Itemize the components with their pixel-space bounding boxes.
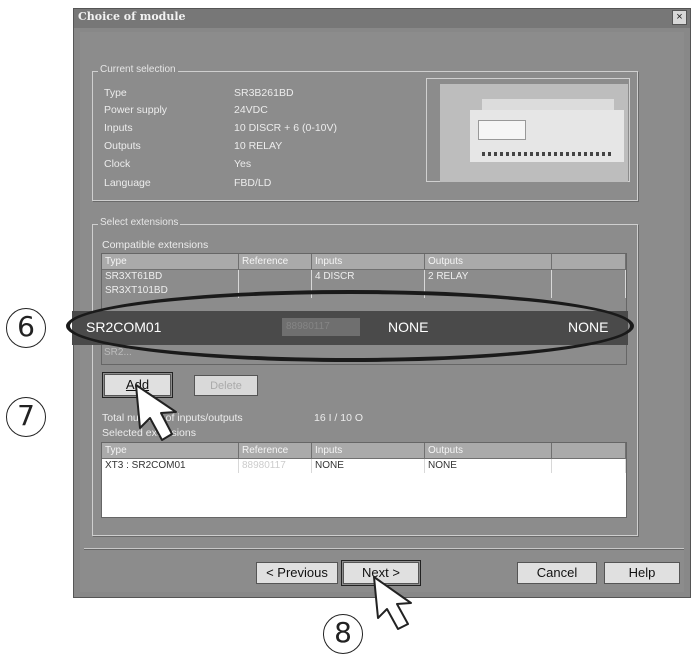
delete-button[interactable]: Delete [194,375,258,396]
column-outputs[interactable]: Outputs [424,443,552,459]
column-reference[interactable]: Reference [238,443,312,459]
outputs-value: 10 RELAY [234,140,283,152]
previous-button[interactable]: < Previous [256,562,338,584]
total-io-value: 16 I / 10 O [314,412,364,424]
column-filler [551,254,626,270]
help-button-label: Help [628,565,656,580]
outputs-label: Outputs [104,140,141,152]
row-reference [238,269,312,284]
row-outputs: 2 RELAY [424,269,552,284]
type-value: SR3B261BD [234,87,294,99]
table-row[interactable]: SR3XT61BD 4 DISCR 2 RELAY [102,269,626,284]
callout-step-6: 6 [6,308,46,348]
delete-button-label: Delete [210,380,242,392]
row-outputs: NONE [424,458,552,473]
row-reference: 88980117 [238,458,312,473]
power-supply-label: Power supply [104,104,168,116]
column-inputs[interactable]: Inputs [311,443,425,459]
row-inputs: NONE [311,458,425,473]
column-reference[interactable]: Reference [238,254,312,270]
row-type: XT3 : SR2COM01 [102,458,239,473]
row-inputs: 4 DISCR [311,269,425,284]
cancel-button[interactable]: Cancel [517,562,597,584]
close-button[interactable]: × [672,10,687,25]
selected-extensions-table: Type Reference Inputs Outputs XT3 : SR2C… [102,443,626,473]
select-extensions-legend: Select extensions [98,217,181,228]
clock-value: Yes [234,158,252,170]
row-type: SR3XT61BD [102,269,239,284]
module-terminals [482,152,614,156]
compatible-extensions-label: Compatible extensions [102,239,209,251]
module-display [478,120,526,140]
inputs-value: 10 DISCR + 6 (0-10V) [234,122,338,134]
cursor-arrow-icon [373,576,412,630]
column-type[interactable]: Type [102,443,239,459]
language-label: Language [104,177,151,189]
column-filler [551,443,626,459]
callout-step-7: 7 [6,397,46,437]
column-type[interactable]: Type [102,254,239,270]
partial-row: SR2... [104,347,132,358]
column-outputs[interactable]: Outputs [424,254,552,270]
callout-step-8: 8 [323,614,363,654]
current-selection-legend: Current selection [98,64,178,75]
help-button[interactable]: Help [604,562,680,584]
language-value: FBD/LD [234,177,272,189]
power-supply-value: 24VDC [234,104,268,116]
table-row[interactable]: XT3 : SR2COM01 88980117 NONE NONE [102,458,626,473]
type-label: Type [104,87,127,99]
highlight-ellipse [66,290,634,362]
cancel-button-label: Cancel [536,565,578,580]
table-header-row: Type Reference Inputs Outputs [102,254,626,270]
inputs-label: Inputs [104,122,133,134]
selected-extensions-list[interactable]: Type Reference Inputs Outputs XT3 : SR2C… [101,442,627,518]
column-inputs[interactable]: Inputs [311,254,425,270]
cursor-arrow-icon [135,384,177,441]
previous-button-label: < Previous [266,565,328,580]
table-header-row: Type Reference Inputs Outputs [102,443,626,459]
window-title: Choice of module [78,10,186,23]
footer-divider [84,548,684,550]
clock-label: Clock [104,158,131,170]
